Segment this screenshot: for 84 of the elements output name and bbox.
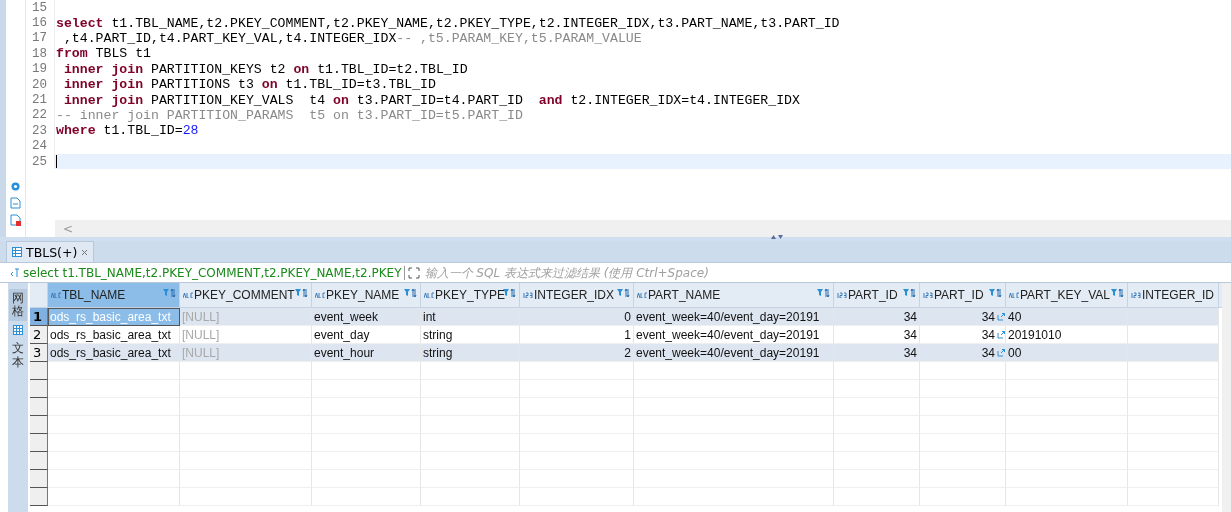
code-line: from TBLS t1 xyxy=(55,46,151,62)
table-cell: string xyxy=(421,344,520,362)
table-cell: event_week=40/event_day=20191 xyxy=(634,344,834,362)
row-header[interactable] xyxy=(30,380,48,398)
code-line: where t1.TBL_ID=28 xyxy=(55,123,199,139)
number-type-icon xyxy=(837,292,847,298)
number-type-icon xyxy=(523,292,533,298)
expand-icon[interactable] xyxy=(407,266,420,279)
text-type-icon xyxy=(315,292,325,298)
filter-sort-icon[interactable] xyxy=(503,288,516,298)
table-cell: 0 xyxy=(520,308,634,326)
link-cell[interactable]: 34 xyxy=(920,344,1006,362)
row-number[interactable]: 2 xyxy=(30,326,48,344)
column-header[interactable]: TBL_NAME xyxy=(48,283,180,307)
number-type-icon xyxy=(923,292,933,298)
document-icon[interactable] xyxy=(10,197,21,209)
column-header[interactable]: INTEGER_ID xyxy=(1128,283,1219,307)
grid-icon xyxy=(13,325,23,336)
table-cell: event_week xyxy=(312,308,421,326)
collapse-arrows-icon[interactable] xyxy=(770,234,784,240)
view-tab[interactable]: 网格 xyxy=(9,289,27,322)
filter-sort-icon[interactable] xyxy=(404,288,417,298)
results-tab[interactable]: TBLS(+) xyxy=(6,241,95,262)
table-cell: [NULL] xyxy=(180,308,312,326)
text-type-icon xyxy=(1009,292,1019,298)
row-header[interactable] xyxy=(30,470,48,488)
table-cell: 40 xyxy=(1006,308,1128,326)
text-type-icon xyxy=(637,292,647,298)
table-cell: 34 xyxy=(834,344,920,362)
column-header[interactable]: PART_ID xyxy=(920,283,1006,307)
table-cell: event_hour xyxy=(312,344,421,362)
column-header[interactable]: INTEGER_IDX xyxy=(520,283,634,307)
table-icon xyxy=(12,247,22,257)
column-header[interactable]: PART_ID xyxy=(834,283,920,307)
table-cell: 2 xyxy=(520,344,634,362)
filter-sort-icon[interactable] xyxy=(163,288,176,298)
gear-icon[interactable] xyxy=(10,181,21,192)
text-type-icon xyxy=(183,292,193,298)
table-cell: ods_rs_basic_area_txt xyxy=(48,344,180,362)
row-header[interactable] xyxy=(30,488,48,506)
filter-sort-icon[interactable] xyxy=(817,288,830,298)
table-cell: 00 xyxy=(1006,344,1128,362)
number-type-icon xyxy=(1131,292,1141,298)
code-line: select t1.TBL_NAME,t2.PKEY_COMMENT,t2.PKEY_NAME,t2.PKEY_TYPE,t2.INTEGER_IDX,t3.PART_NAME,t3.PART_ID xyxy=(55,15,840,31)
row-number[interactable]: 1 xyxy=(30,308,48,326)
code-line: inner join PARTITIONS t3 on t1.TBL_ID=t3.TBL_ID xyxy=(62,77,436,93)
row-header[interactable] xyxy=(30,434,48,452)
link-icon[interactable] xyxy=(997,348,1005,357)
column-header[interactable]: PKEY_NAME xyxy=(312,283,421,307)
filter-sort-icon[interactable] xyxy=(617,288,630,298)
view-tab[interactable]: 文本 xyxy=(9,339,27,372)
table-cell: 34 xyxy=(834,308,920,326)
table-cell: int xyxy=(421,308,520,326)
table-cell: event_week=40/event_day=20191 xyxy=(634,308,834,326)
link-icon[interactable] xyxy=(997,330,1005,339)
row-header[interactable] xyxy=(30,416,48,434)
row-header[interactable] xyxy=(30,452,48,470)
filter-sort-icon[interactable] xyxy=(295,288,308,298)
code-line: inner join PARTITION_KEYS t2 on t1.TBL_ID=t2.TBL_ID xyxy=(62,61,468,77)
link-icon[interactable] xyxy=(997,312,1005,321)
text-type-icon xyxy=(51,292,61,298)
query-text: select t1.TBL_NAME,t2.PKEY_COMMENT,t2.PKEY_NAME,t2.PKEY xyxy=(23,265,405,280)
row-number[interactable]: 3 xyxy=(30,344,48,362)
filter-sort-icon[interactable] xyxy=(989,288,1002,298)
vertical-scrollbar[interactable] xyxy=(1222,283,1231,512)
text-cursor xyxy=(56,155,57,169)
code-line: -- inner join PARTITION_PARAMS t5 on t3.PART_ID=t5.PART_ID xyxy=(55,107,523,123)
table-cell: [NULL] xyxy=(180,344,312,362)
row-header[interactable] xyxy=(30,362,48,380)
code-line: inner join PARTITION_KEY_VALS t4 on t3.PART_ID=t4.PART_ID and t2.INTEGER_IDX=t4.INTEGER_IDX xyxy=(62,92,800,108)
filter-sort-icon[interactable] xyxy=(903,288,916,298)
code-line: ,t4.PART_ID,t4.PART_KEY_VAL,t4.INTEGER_IDX-- ,t5.PARAM_KEY,t5.PARAM_VALUE xyxy=(62,30,642,46)
column-header[interactable]: PART_KEY_VAL xyxy=(1006,283,1128,307)
table-cell: ods_rs_basic_area_txt xyxy=(48,308,180,326)
filter-sort-icon[interactable] xyxy=(1111,288,1124,298)
column-header[interactable]: PART_NAME xyxy=(634,283,834,307)
document-error-icon[interactable] xyxy=(10,214,21,226)
link-cell[interactable]: 34 xyxy=(920,308,1006,326)
query-icon xyxy=(10,267,20,278)
row-header[interactable] xyxy=(30,398,48,416)
text-type-icon xyxy=(424,292,434,298)
column-header[interactable]: PKEY_TYPE xyxy=(421,283,520,307)
column-header[interactable]: PKEY_COMMENT xyxy=(180,283,312,307)
close-icon[interactable] xyxy=(81,248,89,256)
